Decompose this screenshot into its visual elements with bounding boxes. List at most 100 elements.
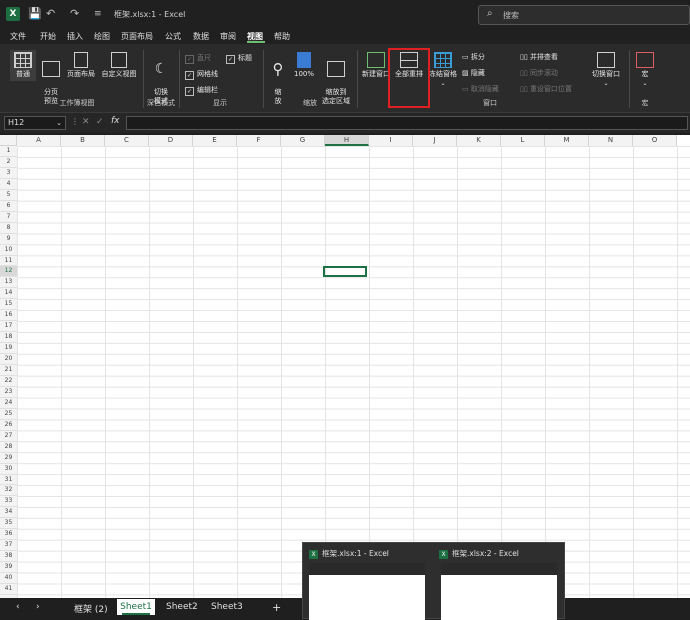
column-header[interactable]: O	[633, 135, 677, 146]
search-input[interactable]: ⌕ 搜索	[478, 5, 690, 25]
zoom-100-button[interactable]: 100%	[292, 52, 316, 79]
row-header[interactable]: 31	[0, 475, 17, 486]
hide-button[interactable]: ▨ 隐藏	[462, 68, 485, 78]
headings-checkbox[interactable]: ✓ 标题	[226, 53, 252, 64]
column-header[interactable]: J	[413, 135, 457, 146]
row-header[interactable]: 6	[0, 201, 17, 212]
column-header[interactable]: E	[193, 135, 237, 146]
cancel-icon[interactable]: ✕	[82, 117, 90, 127]
custom-views-button[interactable]: 自定义视图	[98, 52, 140, 79]
sheet-tab-sheet2[interactable]: Sheet2	[166, 602, 198, 612]
thumbnail-preview-2[interactable]	[441, 563, 557, 620]
row-header[interactable]: 7	[0, 212, 17, 223]
row-header[interactable]: 39	[0, 562, 17, 574]
cell-area[interactable]	[17, 146, 690, 598]
add-sheet-button[interactable]: +	[272, 601, 281, 614]
split-button[interactable]: ▭ 拆分	[462, 52, 485, 62]
column-header[interactable]: K	[457, 135, 501, 146]
sheet-tab-kuangjia-2[interactable]: 框架 (2)	[74, 602, 108, 615]
row-header[interactable]: 14	[0, 288, 17, 300]
row-header[interactable]: 17	[0, 321, 17, 333]
tab-formulas[interactable]: 公式	[165, 31, 181, 42]
tab-draw[interactable]: 绘图	[94, 31, 110, 42]
tab-page-layout[interactable]: 页面布局	[121, 31, 153, 42]
macros-button[interactable]: 宏 ⌄	[634, 52, 656, 88]
column-header[interactable]: B	[61, 135, 105, 146]
row-header[interactable]: 19	[0, 343, 17, 355]
row-header[interactable]: 30	[0, 464, 17, 475]
row-header[interactable]: 21	[0, 365, 17, 376]
name-box[interactable]: H12 ⌄	[4, 116, 66, 130]
row-header[interactable]: 24	[0, 398, 17, 409]
row-header[interactable]: 22	[0, 376, 17, 387]
row-header[interactable]: 3	[0, 168, 17, 179]
row-header[interactable]: 13	[0, 277, 17, 289]
formula-bar-checkbox[interactable]: ✓ 编辑栏	[185, 85, 218, 96]
column-header[interactable]: F	[237, 135, 281, 146]
row-header[interactable]: 37	[0, 540, 17, 552]
save-icon[interactable]: 💾	[28, 7, 42, 20]
tab-review[interactable]: 审阅	[220, 31, 236, 42]
row-header[interactable]: 15	[0, 299, 17, 311]
sheet-tab-sheet3[interactable]: Sheet3	[211, 602, 243, 612]
column-header[interactable]: I	[369, 135, 413, 146]
confirm-icon[interactable]: ✓	[96, 117, 104, 127]
row-header[interactable]: 27	[0, 431, 17, 442]
row-header[interactable]: 23	[0, 387, 17, 398]
sheet-nav-next-icon[interactable]: ›	[36, 602, 40, 612]
column-header[interactable]: L	[501, 135, 545, 146]
gridlines-checkbox[interactable]: ✓ 网格线	[185, 69, 218, 80]
normal-view-button[interactable]: 普通	[10, 50, 36, 81]
selected-cell-h12[interactable]	[323, 266, 367, 277]
row-header[interactable]: 26	[0, 420, 17, 431]
zoom-button[interactable]: ⚲ 缩 放	[266, 52, 290, 106]
tab-insert[interactable]: 插入	[67, 31, 83, 42]
thumbnail-title-1[interactable]: X 框架.xlsx:1 - Excel	[309, 548, 389, 559]
row-header[interactable]: 28	[0, 442, 17, 453]
column-header[interactable]: C	[105, 135, 149, 146]
thumbnail-title-2[interactable]: X 框架.xlsx:2 - Excel	[439, 548, 519, 559]
customize-qa-icon[interactable]: ≡	[94, 9, 102, 19]
column-header[interactable]: D	[149, 135, 193, 146]
column-header[interactable]: M	[545, 135, 589, 146]
row-header[interactable]: 5	[0, 190, 17, 201]
tab-file[interactable]: 文件	[10, 31, 26, 42]
column-header[interactable]: N	[589, 135, 633, 146]
row-header[interactable]: 36	[0, 529, 17, 541]
row-header[interactable]: 34	[0, 507, 17, 519]
tab-home[interactable]: 开始	[40, 31, 56, 42]
row-header[interactable]: 16	[0, 310, 17, 322]
thumbnail-preview-1[interactable]	[309, 563, 425, 620]
row-header[interactable]: 35	[0, 518, 17, 530]
row-header[interactable]: 38	[0, 551, 17, 563]
row-header[interactable]: 32	[0, 485, 17, 497]
column-header[interactable]: G	[281, 135, 325, 146]
switch-windows-button[interactable]: 切换窗口 ⌄	[588, 52, 624, 88]
insert-function-icon[interactable]: fx	[111, 116, 120, 126]
row-header[interactable]: 20	[0, 354, 17, 366]
select-all-corner[interactable]	[0, 135, 17, 146]
undo-icon[interactable]: ↶	[46, 7, 55, 20]
row-header[interactable]: 11	[0, 256, 17, 267]
tab-help[interactable]: 帮助	[274, 31, 290, 42]
row-header[interactable]: 10	[0, 245, 17, 256]
row-header[interactable]: 18	[0, 332, 17, 344]
column-header[interactable]: A	[17, 135, 61, 146]
row-header[interactable]: 1	[0, 146, 17, 157]
row-header[interactable]: 4	[0, 179, 17, 190]
row-header[interactable]: 41	[0, 584, 17, 595]
tab-data[interactable]: 数据	[193, 31, 209, 42]
view-side-by-side-button[interactable]: ▯▯ 并排查看	[520, 52, 558, 62]
freeze-panes-button[interactable]: 冻结窗格 ⌄	[428, 52, 458, 88]
row-header[interactable]: 12	[0, 266, 17, 278]
row-header[interactable]: 33	[0, 496, 17, 508]
row-header[interactable]: 2	[0, 157, 17, 168]
page-layout-view-button[interactable]: 页面布局	[64, 52, 98, 79]
column-header[interactable]: H	[325, 135, 369, 146]
row-header[interactable]: 25	[0, 409, 17, 420]
redo-icon[interactable]: ↷	[70, 7, 79, 20]
row-header[interactable]: 9	[0, 234, 17, 245]
row-header[interactable]: 29	[0, 453, 17, 464]
row-header[interactable]: 40	[0, 573, 17, 585]
formula-input[interactable]	[126, 116, 688, 130]
